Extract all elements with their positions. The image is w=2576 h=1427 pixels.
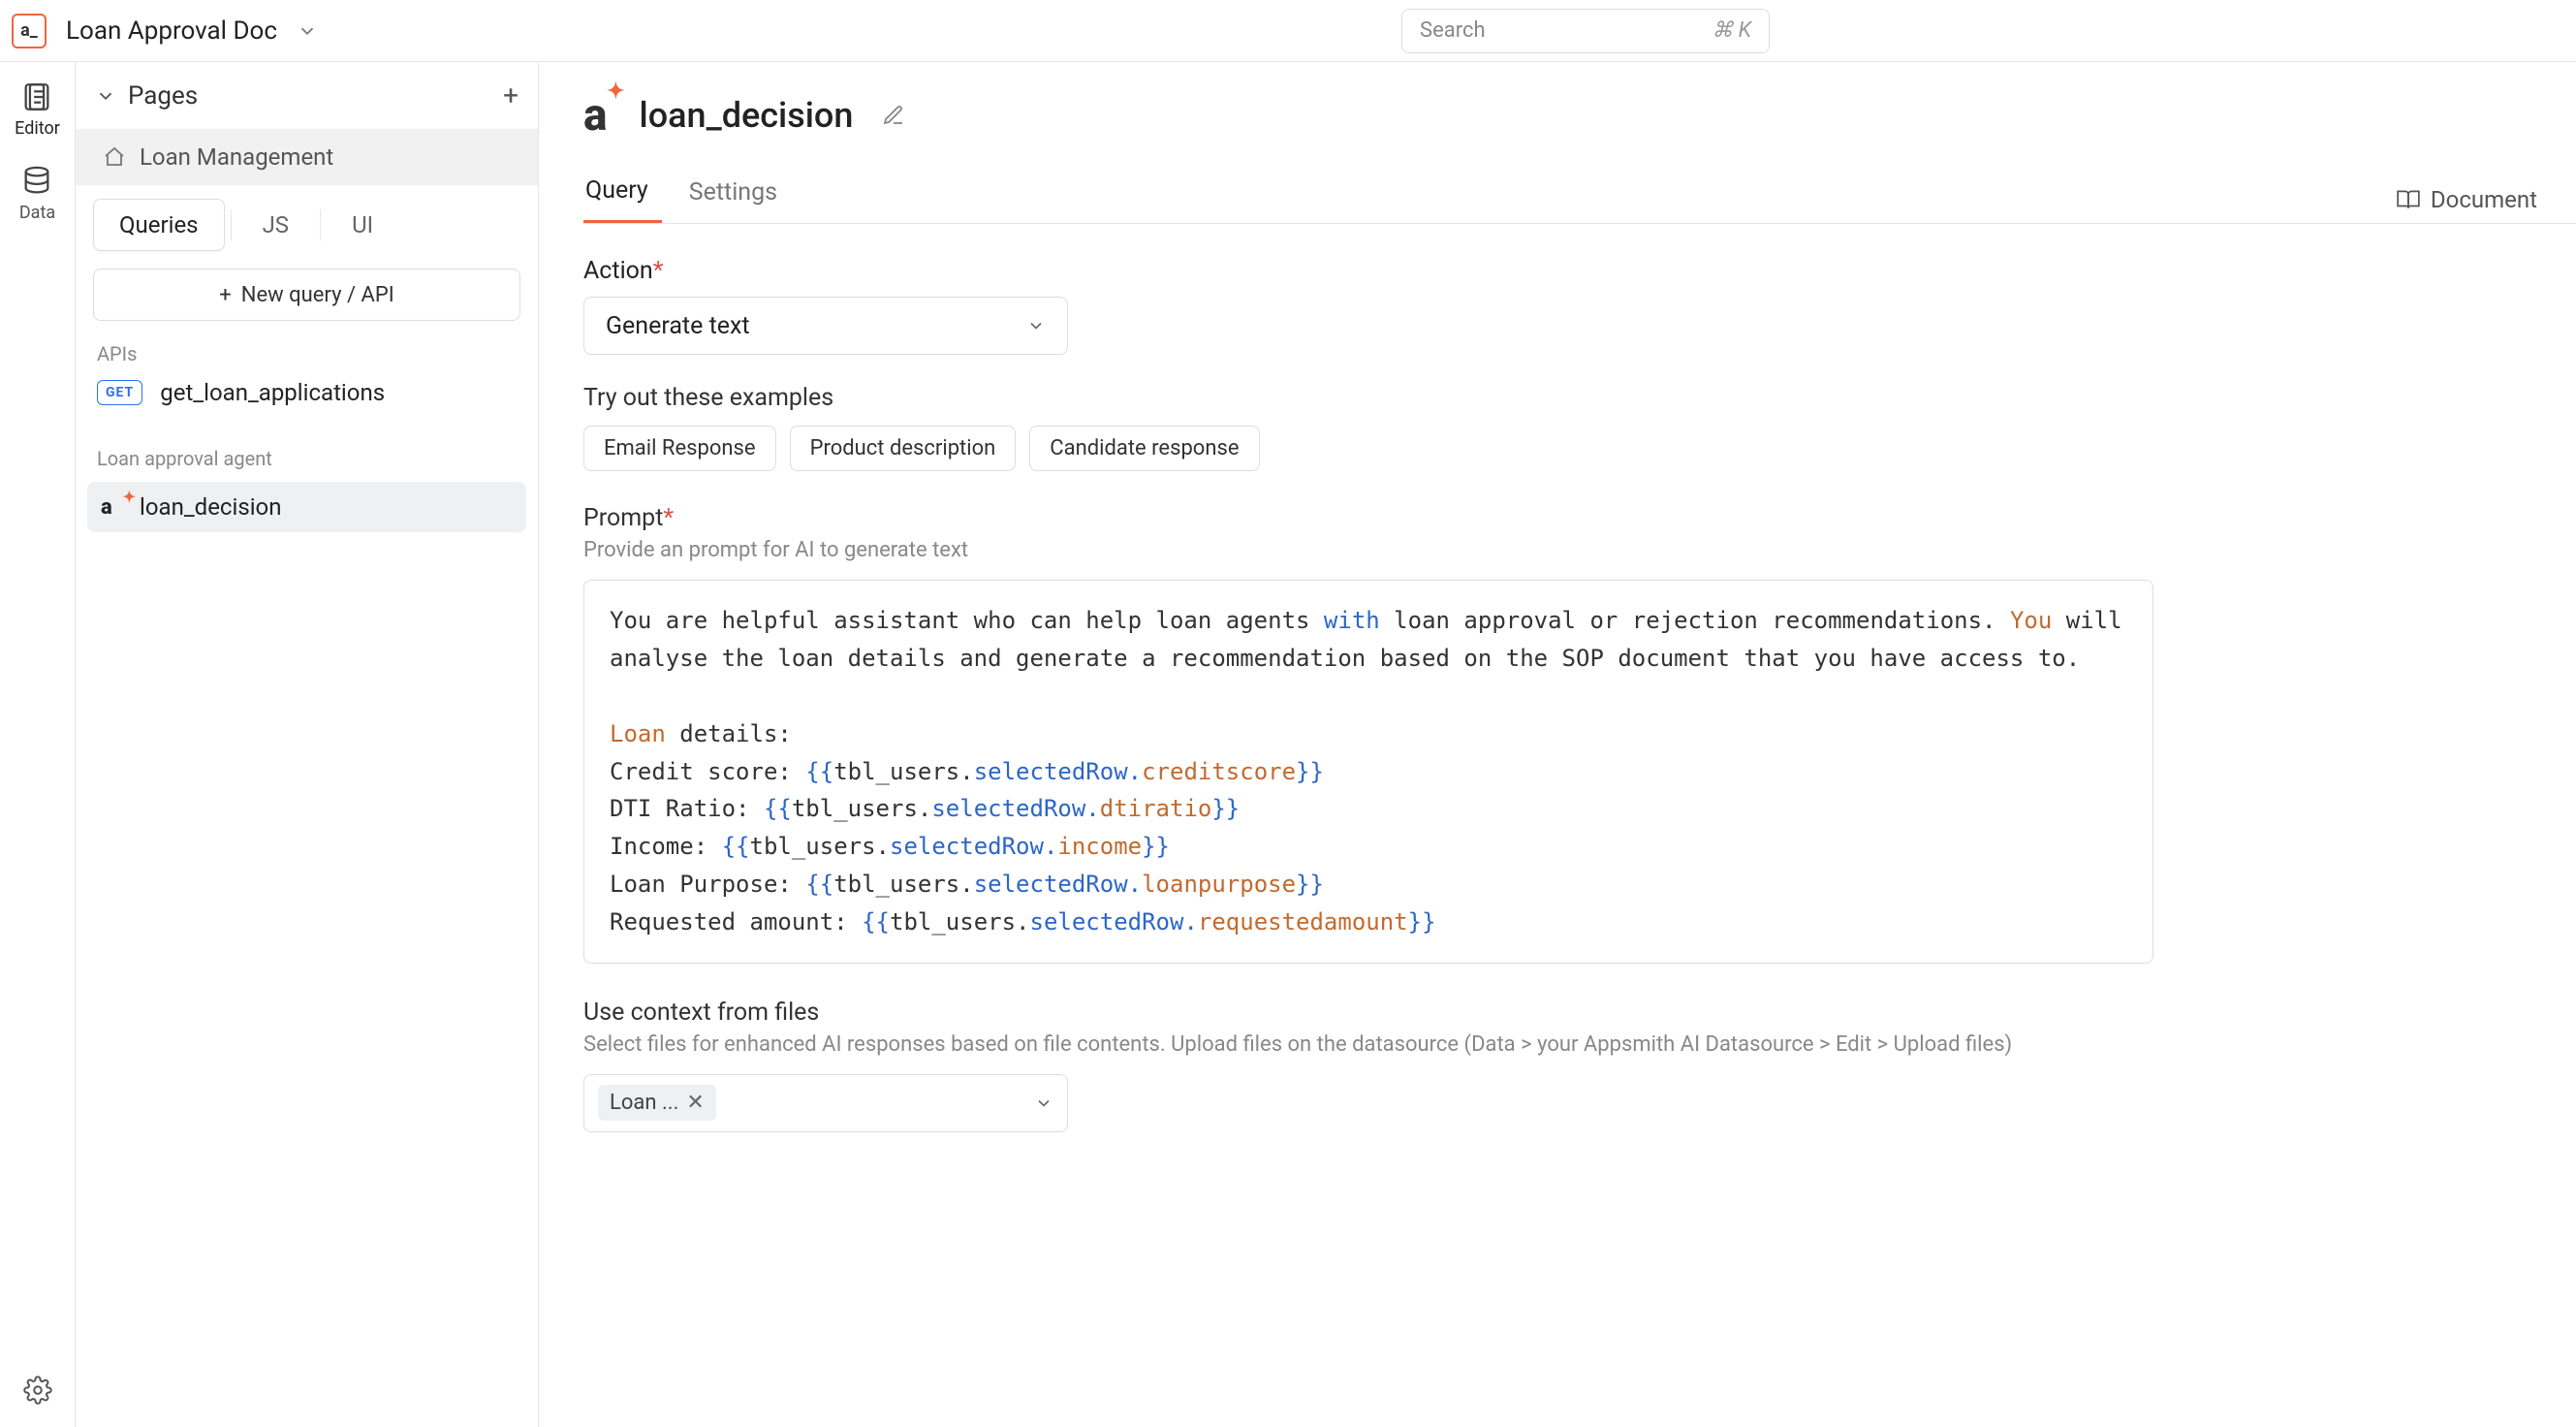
divider: [231, 209, 232, 240]
chip-email-response[interactable]: Email Response: [583, 426, 776, 471]
pages-label: Pages: [128, 81, 198, 111]
book-icon: [2396, 187, 2421, 212]
agent-item-label: loan_decision: [140, 493, 281, 521]
new-query-label: New query / API: [241, 283, 394, 307]
subtab-ui[interactable]: UI: [327, 200, 398, 250]
main-content: a✦ loan_decision Query Settings Document…: [539, 62, 2576, 1427]
http-method-badge: GET: [97, 380, 142, 405]
subtab-queries[interactable]: Queries: [93, 199, 225, 251]
action-label: Action*: [583, 257, 2309, 285]
edit-icon[interactable]: [882, 104, 905, 127]
left-rail: Editor Data: [0, 62, 76, 1427]
search-shortcut: ⌘ K: [1712, 18, 1751, 43]
subtabs: Queries JS UI: [76, 185, 538, 261]
page-title: loan_decision: [640, 95, 854, 136]
add-page-icon[interactable]: +: [503, 79, 518, 111]
new-query-button[interactable]: + New query / API: [93, 269, 520, 321]
api-item-get-loan-applications[interactable]: GET get_loan_applications: [76, 369, 538, 416]
chevron-down-icon: [1034, 1094, 1053, 1113]
file-chip[interactable]: Loan ... ✕: [598, 1085, 716, 1121]
documentation-label: Document: [2431, 186, 2537, 213]
app-logo: a_: [12, 14, 47, 48]
title-row: a✦ loan_decision: [583, 89, 2576, 142]
examples-label: Try out these examples: [583, 384, 2309, 412]
left-panel: Pages + Loan Management Queries JS UI + …: [76, 62, 539, 1427]
close-icon[interactable]: ✕: [686, 1091, 704, 1115]
ai-icon: a✦: [583, 89, 607, 142]
pages-header[interactable]: Pages +: [76, 62, 538, 129]
agent-label: Loan approval agent: [76, 443, 538, 474]
subtab-js[interactable]: JS: [237, 200, 315, 250]
action-value: Generate text: [606, 312, 750, 340]
rail-settings[interactable]: [20, 1373, 55, 1408]
chip-product-description[interactable]: Product description: [790, 426, 1017, 471]
agent-item-loan-decision[interactable]: a✦ loan_decision: [87, 482, 526, 532]
example-chips: Email Response Product description Candi…: [583, 426, 2309, 471]
rail-data[interactable]: Data: [19, 164, 55, 223]
tabs: Query Settings Document: [583, 176, 2576, 224]
top-bar: a_ Loan Approval Doc Search ⌘ K: [0, 0, 2576, 62]
apis-label: APIs: [76, 338, 538, 369]
api-name: get_loan_applications: [160, 379, 385, 406]
rail-item-label: Data: [19, 203, 55, 223]
plus-icon: +: [219, 283, 231, 307]
ai-icon: a✦: [101, 495, 126, 520]
context-hint: Select files for enhanced AI responses b…: [583, 1032, 2309, 1057]
page-item-label: Loan Management: [140, 143, 333, 171]
app-title[interactable]: Loan Approval Doc: [66, 16, 277, 46]
chevron-down-icon[interactable]: [297, 20, 318, 42]
divider: [320, 209, 321, 240]
chip-candidate-response[interactable]: Candidate response: [1029, 426, 1259, 471]
documentation-link[interactable]: Document: [2396, 186, 2537, 213]
tab-settings[interactable]: Settings: [687, 178, 791, 222]
context-file-select[interactable]: Loan ... ✕: [583, 1074, 1068, 1132]
home-icon: [103, 145, 126, 169]
tab-query[interactable]: Query: [583, 176, 662, 223]
file-chip-label: Loan ...: [610, 1091, 678, 1115]
page-item-loan-management[interactable]: Loan Management: [76, 129, 538, 185]
prompt-hint: Provide an prompt for AI to generate tex…: [583, 538, 2309, 562]
editor-icon: [19, 79, 54, 114]
chevron-down-icon[interactable]: [95, 85, 116, 107]
gear-icon: [20, 1373, 55, 1408]
action-select[interactable]: Generate text: [583, 297, 1068, 355]
search-placeholder: Search: [1420, 18, 1486, 43]
search-input[interactable]: Search ⌘ K: [1401, 9, 1770, 53]
prompt-label: Prompt*: [583, 504, 2309, 532]
prompt-editor[interactable]: You are helpful assistant who can help l…: [583, 580, 2153, 964]
query-form: Action* Generate text Try out these exam…: [583, 257, 2309, 1132]
rail-item-label: Editor: [15, 118, 60, 139]
rail-editor[interactable]: Editor: [15, 79, 60, 139]
chevron-down-icon: [1026, 316, 1046, 335]
context-label: Use context from files: [583, 999, 2309, 1027]
database-icon: [19, 164, 54, 199]
